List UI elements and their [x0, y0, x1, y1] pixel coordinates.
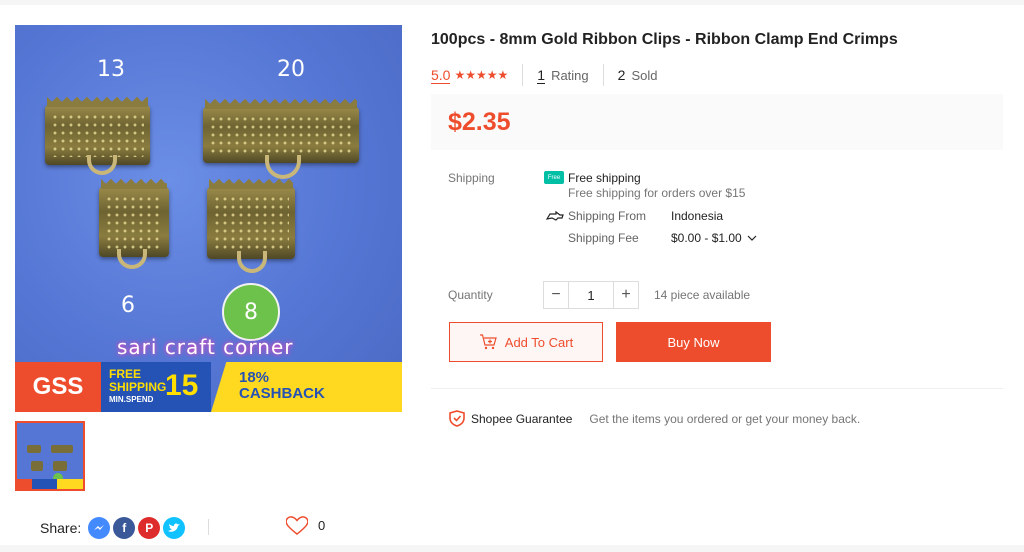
product-main-image[interactable]: 13 20 6 8 sari craft corner GSS FREE SHI…: [15, 25, 402, 412]
pinterest-icon[interactable]: P: [138, 517, 161, 539]
share-divider: [208, 519, 209, 535]
twitter-icon[interactable]: [163, 517, 186, 539]
free-shipping-subtitle: Free shipping for orders over $15: [568, 186, 746, 200]
messenger-icon[interactable]: [88, 517, 111, 539]
like-count: 0: [318, 518, 326, 533]
gss-label: GSS: [15, 362, 101, 412]
product-title: 100pcs - 8mm Gold Ribbon Clips - Ribbon …: [431, 31, 898, 48]
heart-icon: [286, 516, 308, 535]
shipping-from-value: Indonesia: [671, 209, 724, 223]
cart-icon: [479, 334, 497, 350]
cashback-promo: 18% CASHBACK: [211, 362, 402, 412]
price-section: $2.35: [431, 94, 1003, 150]
size-label: 20: [277, 57, 305, 82]
shield-icon: [449, 410, 465, 427]
ribbon-clip: [207, 179, 295, 259]
guarantee-text: Get the items you ordered or get your mo…: [589, 411, 861, 426]
product-meta: 5.0 ★★★★★ 1 Rating 2 Sold: [431, 64, 657, 86]
share-label: Share:: [40, 520, 82, 536]
free-shipping-title: Free shipping: [568, 171, 641, 185]
watermark: sari craft corner: [117, 335, 294, 359]
facebook-icon[interactable]: f: [113, 517, 136, 539]
truck-icon: [545, 210, 564, 225]
sold-count: 2: [617, 67, 626, 83]
quantity-label: Quantity: [448, 288, 493, 302]
promo-banner: GSS FREE SHIPPING MIN.SPEND 15 18% CASHB…: [15, 362, 402, 412]
shipping-fee-value: $0.00 - $1.00: [671, 231, 742, 245]
star-rating-icon: ★★★★★: [454, 68, 509, 82]
chevron-down-icon: [747, 235, 757, 241]
quantity-stepper: − 1 +: [543, 281, 639, 309]
size-label: 6: [121, 293, 135, 318]
increase-button[interactable]: +: [613, 281, 639, 309]
buy-now-button[interactable]: Buy Now: [616, 322, 771, 362]
product-price: $2.35: [448, 108, 511, 136]
product-card: 13 20 6 8 sari craft corner GSS FREE SHI…: [0, 5, 1024, 545]
shipping-from-label: Shipping From: [568, 209, 647, 223]
product-thumbnail[interactable]: [15, 421, 85, 491]
add-to-cart-button[interactable]: Add To Cart: [449, 322, 603, 362]
shipping-fee-dropdown[interactable]: $0.00 - $1.00: [671, 231, 757, 245]
quantity-input[interactable]: 1: [569, 281, 613, 309]
free-shipping-icon: Free: [544, 171, 564, 184]
stock-available: 14 piece available: [654, 288, 751, 302]
ribbon-clip: [99, 179, 169, 257]
rating-label: Rating: [551, 67, 589, 83]
rating-score[interactable]: 5.0: [431, 67, 451, 84]
shopee-guarantee: Shopee Guarantee Get the items you order…: [449, 410, 860, 427]
share-bar: Share: f P: [40, 517, 186, 539]
shipping-label: Shipping: [448, 171, 495, 185]
divider: [431, 388, 1003, 389]
decrease-button[interactable]: −: [543, 281, 569, 309]
sold-label: Sold: [631, 67, 658, 83]
free-shipping-promo: FREE SHIPPING MIN.SPEND 15: [101, 362, 211, 412]
like-button[interactable]: 0: [286, 516, 325, 535]
size-label: 13: [97, 57, 125, 82]
shipping-fee-label: Shipping Fee: [568, 231, 639, 245]
size-label-highlight: 8: [222, 283, 280, 341]
guarantee-name: Shopee Guarantee: [471, 411, 573, 426]
rating-count[interactable]: 1: [537, 67, 546, 84]
